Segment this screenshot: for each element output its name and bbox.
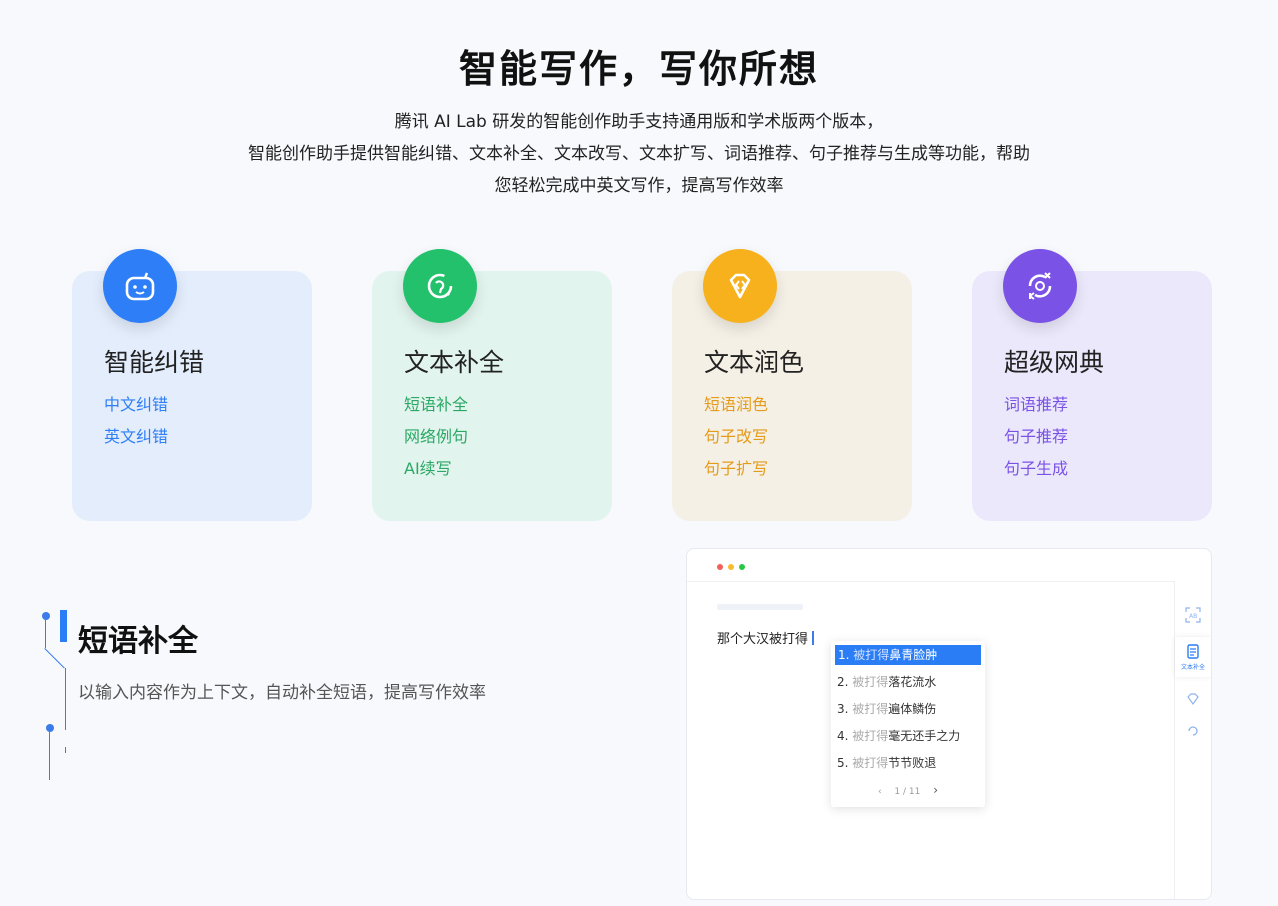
window-divider (687, 581, 1177, 582)
suggestion-number: 3. (837, 702, 849, 716)
feature-card-polish: 文本润色 短语润色 句子改写 句子扩写 (672, 249, 912, 521)
robot-face-icon (103, 249, 177, 323)
suggestion-number: 5. (837, 756, 849, 770)
card-item-list: 中文纠错 英文纠错 (104, 389, 168, 453)
window-close-dot (717, 564, 723, 570)
feature-card-dictionary: 超级网典 词语推荐 句子推荐 句子生成 (972, 249, 1212, 521)
completion-tool-button[interactable]: 文本补全 (1175, 637, 1211, 677)
hero-desc-line-2: 智能创作助手提供智能纠错、文本补全、文本改写、文本扩写、词语推荐、句子推荐与生成… (248, 144, 1030, 164)
card-link[interactable]: AI续写 (404, 453, 468, 485)
feature-card-completion: 文本补全 短语补全 网络例句 AI续写 (372, 249, 612, 521)
refresh-icon (1188, 726, 1198, 736)
card-item-list: 短语润色 句子改写 句子扩写 (704, 389, 768, 485)
window-minimize-dot (728, 564, 734, 570)
grammar-tool-button[interactable]: AB (1175, 605, 1211, 625)
suggestion-number: 4. (837, 729, 849, 743)
suggestion-pager: ‹ 1 / 11 › (831, 783, 985, 797)
suggestion-item[interactable]: 2. 被打得落花流水 (831, 672, 985, 699)
suggestion-item[interactable]: 5. 被打得节节败退 (831, 753, 985, 780)
card-link[interactable]: 句子推荐 (1004, 421, 1068, 453)
suggestion-dropdown: 1. 被打得鼻青脸肿 2. 被打得落花流水 3. 被打得遍体鳞伤 4. 被打得毫无还手… (831, 641, 985, 807)
hero-desc-line-3: 您轻松完成中英文写作，提高写作效率 (494, 176, 784, 196)
hero-description: 腾讯 AI Lab 研发的智能创作助手支持通用版和学术版两个版本， 智能创作助手… (200, 106, 1078, 202)
scan-ab-icon: AB (1185, 607, 1201, 623)
suggestion-prefix: 被打得 (852, 702, 889, 716)
suggestion-list: 1. 被打得鼻青脸肿 2. 被打得落花流水 3. 被打得遍体鳞伤 4. 被打得毫无还手… (831, 645, 985, 780)
card-link[interactable]: 短语补全 (404, 389, 468, 421)
cycle-arrows-icon (1003, 249, 1077, 323)
suggestion-item[interactable]: 3. 被打得遍体鳞伤 (831, 699, 985, 726)
editor-mockup-window: 那个大汉被打得 1. 被打得鼻青脸肿 2. 被打得落花流水 3. 被打得遍体鳞伤 4.… (686, 548, 1212, 900)
toolbar-placeholder (717, 604, 803, 610)
card-link[interactable]: 句子改写 (704, 421, 768, 453)
window-controls (717, 564, 745, 570)
feature-description: 以输入内容作为上下文，自动补全短语，提高写作效率 (78, 683, 486, 703)
suggestion-text: 毫无还手之力 (888, 729, 961, 743)
suggestion-text: 落花流水 (888, 675, 937, 689)
chevron-left-icon[interactable]: ‹ (878, 787, 882, 797)
hero-desc-line-1: 腾讯 AI Lab 研发的智能创作助手支持通用版和学术版两个版本， (394, 112, 884, 132)
card-item-list: 词语推荐 句子推荐 句子生成 (1004, 389, 1068, 485)
feature-section: 短语补全 以输入内容作为上下文，自动补全短语，提高写作效率 那个大汉被打得 1.… (0, 548, 1278, 906)
gem-code-icon (703, 249, 777, 323)
window-maximize-dot (739, 564, 745, 570)
polish-tool-button[interactable] (1175, 689, 1211, 709)
decor-line (49, 732, 50, 780)
chevron-right-icon[interactable]: › (933, 783, 938, 797)
feature-title: 短语补全 (78, 624, 198, 659)
feature-card-grammar: 智能纠错 中文纠错 英文纠错 (72, 249, 312, 521)
dictionary-tool-button[interactable] (1175, 721, 1211, 741)
decor-line (65, 668, 66, 730)
card-link[interactable]: 中文纠错 (104, 389, 168, 421)
svg-text:AB: AB (1189, 613, 1197, 620)
gem-icon (1187, 693, 1199, 706)
suggestion-item[interactable]: 1. 被打得鼻青脸肿 (835, 645, 981, 665)
card-title: 超级网典 (1004, 348, 1105, 377)
card-link[interactable]: 英文纠错 (104, 421, 168, 453)
card-link[interactable]: 句子扩写 (704, 453, 768, 485)
document-icon (1187, 643, 1199, 659)
card-link[interactable]: 网络例句 (404, 421, 468, 453)
decor-accent-bar (60, 610, 67, 642)
suggestion-item[interactable]: 4. 被打得毫无还手之力 (831, 726, 985, 753)
card-item-list: 短语补全 网络例句 AI续写 (404, 389, 468, 485)
suggestion-number: 1. (838, 648, 850, 662)
card-link[interactable]: 短语润色 (704, 389, 768, 421)
tool-sidebar: AB 文本补全 (1174, 581, 1211, 899)
text-cursor (812, 631, 815, 645)
page-indicator: 1 / 11 (894, 787, 921, 797)
card-title: 智能纠错 (104, 348, 205, 377)
suggestion-prefix: 被打得 (852, 729, 889, 743)
suggestion-prefix: 被打得 (852, 675, 889, 689)
decor-line (65, 747, 66, 753)
decor-dot (46, 724, 54, 732)
card-title: 文本补全 (404, 348, 505, 377)
chat-loop-icon (403, 249, 477, 323)
card-link[interactable]: 词语推荐 (1004, 389, 1068, 421)
completion-tool-label: 文本补全 (1180, 663, 1205, 671)
suggestion-text: 鼻青脸肿 (889, 648, 938, 662)
editor-text: 那个大汉被打得 (717, 632, 809, 647)
decor-dot (42, 612, 50, 620)
editor-content[interactable]: 那个大汉被打得 (717, 628, 815, 647)
card-title: 文本润色 (704, 348, 805, 377)
suggestion-text: 遍体鳞伤 (888, 702, 937, 716)
suggestion-prefix: 被打得 (852, 756, 889, 770)
hero-title: 智能写作，写你所想 (458, 47, 819, 91)
decor-line (44, 648, 65, 669)
decor-line (45, 618, 46, 648)
suggestion-prefix: 被打得 (853, 648, 890, 662)
suggestion-text: 节节败退 (888, 756, 937, 770)
card-link[interactable]: 句子生成 (1004, 453, 1068, 485)
suggestion-number: 2. (837, 675, 849, 689)
